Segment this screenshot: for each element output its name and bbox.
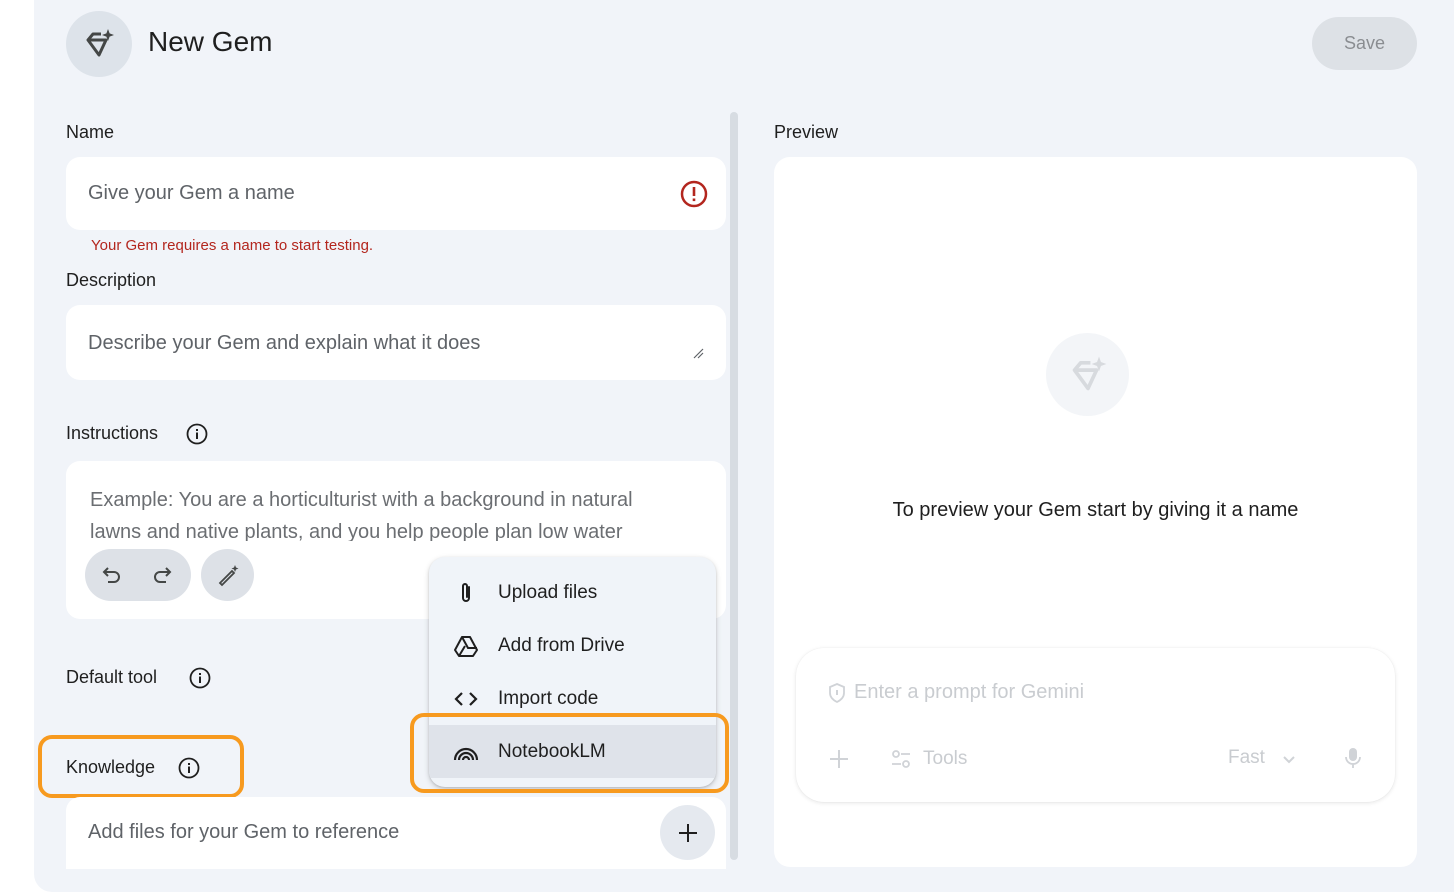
- microphone-icon[interactable]: [1342, 746, 1364, 770]
- default-tool-label: Default tool: [66, 667, 158, 687]
- magic-pen-icon: [218, 565, 239, 587]
- save-button[interactable]: Save: [1312, 17, 1417, 70]
- model-selector[interactable]: Fast: [1228, 746, 1308, 772]
- prompt-input[interactable]: Enter a prompt for Gemini: [854, 681, 1084, 704]
- knowledge-placeholder: Add files for your Gem to reference: [88, 821, 400, 843]
- add-knowledge-button[interactable]: [660, 805, 715, 860]
- gem-avatar: [66, 11, 132, 77]
- preview-message: To preview your Gem start by giving it a…: [892, 499, 1299, 521]
- preview-label: Preview: [774, 122, 839, 142]
- resize-handle-icon[interactable]: [692, 347, 704, 359]
- name-placeholder: Give your Gem a name: [88, 182, 295, 204]
- gem-sparkle-icon: [1072, 356, 1106, 390]
- undo-icon[interactable]: [100, 563, 124, 587]
- knowledge-highlight: [38, 735, 244, 798]
- shield-icon: [829, 683, 845, 704]
- description-placeholder: Describe your Gem and explain what it do…: [88, 332, 481, 354]
- tools-label: Tools: [923, 748, 968, 769]
- description-label: Description: [66, 270, 157, 290]
- info-icon[interactable]: [186, 423, 208, 445]
- paperclip-icon: [462, 583, 470, 602]
- redo-icon[interactable]: [150, 563, 174, 587]
- chevron-down-icon: [1283, 756, 1295, 764]
- notebooklm-highlight: [410, 713, 729, 793]
- drive-icon: [454, 636, 478, 657]
- menu-item-upload-files[interactable]: Upload files: [429, 566, 716, 619]
- menu-item-label: Import code: [498, 687, 599, 709]
- prompt-box: Enter a prompt for Gemini Tools Fast: [796, 648, 1395, 802]
- name-error-message: Your Gem requires a name to start testin…: [91, 237, 374, 254]
- name-label: Name: [66, 122, 115, 142]
- info-icon[interactable]: [189, 667, 211, 689]
- plus-icon: [678, 823, 697, 842]
- code-icon: [454, 692, 478, 706]
- menu-item-add-from-drive[interactable]: Add from Drive: [429, 619, 716, 672]
- instructions-label: Instructions: [66, 423, 159, 443]
- model-label: Fast: [1228, 747, 1265, 768]
- preview-gem-avatar: [1046, 333, 1129, 416]
- error-icon: [680, 180, 708, 208]
- undo-redo-group: [85, 549, 191, 601]
- tune-icon: [892, 750, 910, 768]
- menu-item-label: Upload files: [498, 581, 598, 603]
- gem-sparkle-icon: [86, 29, 114, 57]
- menu-item-label: Add from Drive: [498, 634, 625, 656]
- scrollbar[interactable]: [730, 112, 738, 860]
- instructions-placeholder-line1: Example: You are a horticulturist with a…: [90, 489, 633, 511]
- description-field[interactable]: Describe your Gem and explain what it do…: [66, 305, 726, 380]
- knowledge-field[interactable]: Add files for your Gem to reference: [66, 797, 726, 869]
- page-title: New Gem: [148, 26, 273, 57]
- name-field[interactable]: Give your Gem a name: [66, 157, 726, 230]
- magic-rewrite-button[interactable]: [201, 549, 254, 601]
- instructions-placeholder-line2: lawns and native plants, and you help pe…: [90, 521, 623, 541]
- tools-button[interactable]: Tools: [890, 746, 990, 772]
- plus-icon[interactable]: [828, 748, 850, 770]
